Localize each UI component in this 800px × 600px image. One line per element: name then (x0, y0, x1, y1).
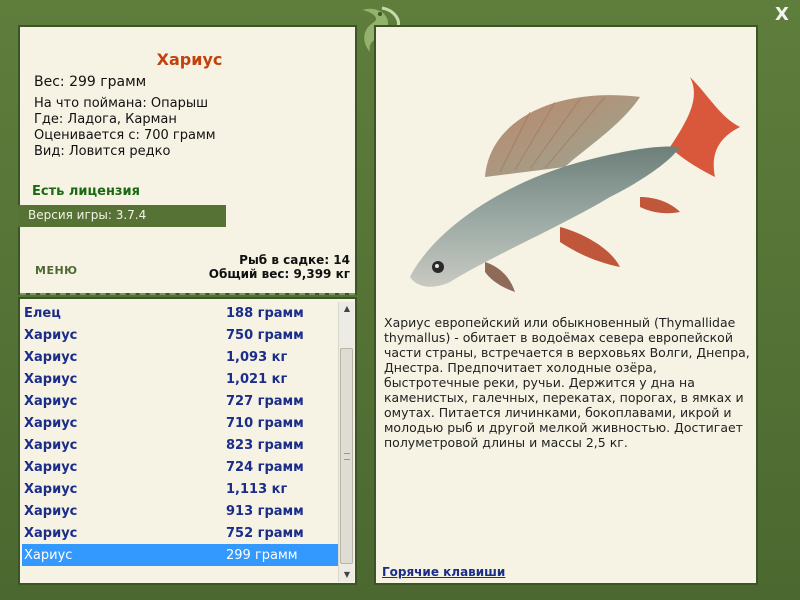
cage-total-weight: Общий вес: 9,399 кг (208, 267, 350, 281)
catch-weight: 1,093 кг (226, 349, 288, 365)
catch-row[interactable]: Хариус 727 грамм (22, 390, 340, 412)
catch-row[interactable]: Хариус 1,113 кг (22, 478, 340, 500)
catch-name: Хариус (24, 481, 78, 497)
catch-weight: 188 грамм (226, 305, 304, 321)
catch-row[interactable]: Хариус 913 грамм (22, 500, 340, 522)
catch-name: Хариус (24, 415, 78, 431)
catch-weight: 913 грамм (226, 503, 304, 519)
fish-location: Где: Ладога, Карман (34, 112, 177, 127)
close-button[interactable]: X (772, 4, 792, 26)
catch-name: Хариус (24, 547, 73, 563)
catch-name: Хариус (24, 525, 78, 541)
catch-row[interactable]: Хариус 299 грамм (22, 544, 340, 566)
catch-name: Хариус (24, 459, 78, 475)
close-icon: X (775, 4, 789, 25)
catch-weight: 1,021 кг (226, 371, 288, 387)
catch-row[interactable]: Хариус 1,093 кг (22, 346, 340, 368)
catch-name: Хариус (24, 503, 78, 519)
catch-row[interactable]: Хариус 724 грамм (22, 456, 340, 478)
catch-weight: 727 грамм (226, 393, 304, 409)
catch-name: Елец (24, 305, 61, 321)
catch-weight: 752 грамм (226, 525, 304, 541)
catch-weight: 710 грамм (226, 415, 304, 431)
fish-description: Хариус европейский или обыкновенный (Thy… (384, 315, 750, 450)
hotkeys-link[interactable]: Горячие клавиши (382, 565, 505, 579)
version-bar: Версия игры: 3.7.4 (18, 205, 226, 227)
scroll-thumb[interactable] (340, 348, 353, 564)
fish-info-panel: Хариус Вес: 299 грамм На что поймана: Оп… (18, 25, 357, 295)
catch-row[interactable]: Хариус 750 грамм (22, 324, 340, 346)
catch-name: Хариус (24, 327, 78, 343)
license-status: Есть лицензия (32, 184, 140, 199)
catch-name: Хариус (24, 437, 78, 453)
catch-row[interactable]: Хариус 1,021 кг (22, 368, 340, 390)
divider (20, 293, 355, 295)
scroll-grip (344, 453, 350, 460)
scroll-up-arrow-icon[interactable]: ▲ (339, 302, 355, 316)
catch-weight: 299 грамм (226, 547, 298, 563)
catch-name: Хариус (24, 393, 78, 409)
catch-row[interactable]: Хариус 710 грамм (22, 412, 340, 434)
catch-row[interactable]: Хариус 752 грамм (22, 522, 340, 544)
catch-weight: 823 грамм (226, 437, 304, 453)
menu-button[interactable]: МЕНЮ (35, 264, 78, 277)
cage-summary: Рыб в садке: 14 Общий вес: 9,399 кг (209, 253, 350, 281)
fish-image (410, 77, 740, 292)
fish-title: Хариус (156, 50, 223, 69)
catch-name: Хариус (24, 371, 78, 387)
fish-bait: На что поймана: Опарыш (34, 96, 208, 111)
catch-list-panel: Елец 188 грамм Хариус 750 грамм Хариус 1,093 … (18, 297, 357, 585)
catch-weight: 750 грамм (226, 327, 304, 343)
catch-name: Хариус (24, 349, 78, 365)
scrollbar[interactable]: ▲ ▼ (338, 302, 354, 582)
cage-count: Рыб в садке: 14 (239, 253, 350, 267)
fish-value: Оценивается с: 700 грамм (34, 128, 216, 143)
catch-weight: 724 грамм (226, 459, 304, 475)
catch-list[interactable]: Елец 188 грамм Хариус 750 грамм Хариус 1,093 … (22, 302, 340, 566)
catch-row[interactable]: Елец 188 грамм (22, 302, 340, 324)
catch-row[interactable]: Хариус 823 грамм (22, 434, 340, 456)
catch-weight: 1,113 кг (226, 481, 288, 497)
fish-rarity: Вид: Ловится редко (34, 144, 171, 159)
fish-detail-panel: Хариус европейский или обыкновенный (Thy… (374, 25, 758, 585)
fish-weight: Вес: 299 грамм (34, 74, 147, 90)
scroll-down-arrow-icon[interactable]: ▼ (339, 568, 355, 582)
